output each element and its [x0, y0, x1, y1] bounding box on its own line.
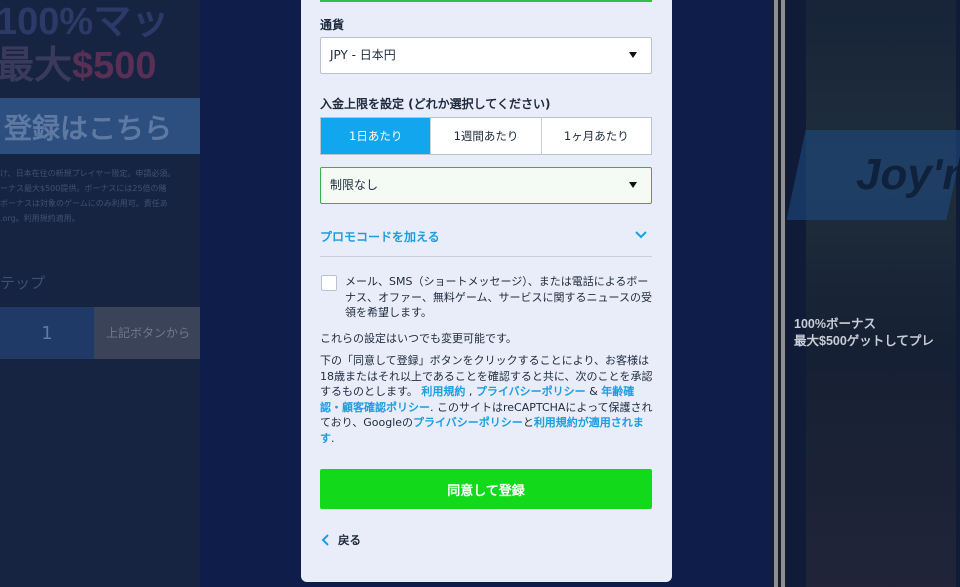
bg-character-art	[806, 0, 956, 587]
google-privacy-link[interactable]: プライバシーポリシー	[413, 416, 523, 429]
settings-note: これらの設定はいつでも変更可能です。	[320, 332, 517, 345]
bg-hero-line2-prefix: 最大	[0, 45, 73, 87]
bg-step-description: 上記ボタンから	[94, 307, 200, 359]
limit-period-tabs: 1日あたり 1週間あたり 1ヶ月あたり	[320, 117, 652, 155]
chevron-down-icon	[635, 231, 647, 239]
bg-hero-line2: 最大$500	[0, 34, 157, 89]
privacy-policy-link[interactable]: プライバシーポリシー	[476, 385, 586, 398]
scrollbar-divider	[772, 0, 786, 587]
tab-monthly[interactable]: 1ヶ月あたり	[540, 118, 651, 154]
back-link[interactable]: 戻る	[320, 531, 361, 549]
bg-promo-text: 100%ボーナス 最大$500ゲットしてプレ	[794, 316, 934, 350]
promo-code-toggle[interactable]: プロモコードを加える	[320, 222, 652, 257]
bg-terms-line: け、日本在住の新規プレイヤー限定。申請必須。	[0, 169, 176, 178]
bg-terms-line: ボーナスは対象のゲームにのみ利用可。責任あ	[0, 199, 168, 208]
registration-panel: 通貨 JPY - 日本円 入金上限を設定 (どれか選択してください) 1日あたり…	[301, 0, 672, 582]
tab-weekly[interactable]: 1週間あたり	[430, 118, 540, 154]
terms-link[interactable]: 利用規約	[421, 385, 465, 398]
bg-step-label: テップ	[0, 274, 46, 292]
back-label: 戻る	[338, 533, 361, 547]
triangle-down-icon	[629, 182, 637, 188]
marketing-consent-text: メール、SMS（ショートメッセージ）、または電話によるボーナス、オファー、無料ゲ…	[345, 275, 653, 319]
triangle-down-icon	[629, 52, 637, 58]
bg-logo: Joy'n	[856, 150, 960, 199]
legal-end: .	[331, 431, 335, 445]
currency-label: 通貨	[320, 18, 345, 32]
currency-select[interactable]: JPY - 日本円	[320, 37, 652, 74]
bg-terms-line: .org。利用規約適用。	[0, 214, 80, 223]
marketing-consent-checkbox[interactable]	[321, 275, 337, 291]
background-right-page: Joy'n 100%ボーナス 最大$500ゲットしてプレ	[786, 0, 960, 587]
promo-code-label: プロモコードを加える	[320, 230, 440, 244]
legal-sep-comma: ,	[468, 385, 473, 398]
bg-register-banner-text: 登録はこちら	[4, 113, 173, 144]
bg-promo-line1: 100%ボーナス	[794, 317, 876, 331]
bg-terms-text: け、日本在住の新規プレイヤー限定。申請必須。 ーナス最大$500提供。ボーナスに…	[0, 166, 200, 226]
background-left-page: 100%マッ 最大$500 登録はこちら け、日本在住の新規プレイヤー限定。申請…	[0, 0, 200, 587]
agree-and-register-button[interactable]: 同意して登録	[320, 469, 652, 509]
legal-sep-amp: &	[589, 385, 598, 398]
chevron-left-icon	[321, 534, 329, 546]
deposit-limit-label: 入金上限を設定 (どれか選択してください)	[320, 97, 551, 111]
legal-text-3: と	[522, 416, 534, 429]
bg-promo-line2: 最大$500ゲットしてプレ	[794, 334, 934, 348]
limit-select-value: 制限なし	[330, 178, 379, 192]
tab-daily[interactable]: 1日あたり	[321, 118, 431, 154]
bg-hero-line2-accent: $500	[72, 45, 157, 87]
bg-step-number: 1	[0, 307, 94, 359]
previous-field-border	[320, 0, 652, 2]
currency-select-value: JPY - 日本円	[330, 48, 396, 62]
legal-text: 下の「同意して登録」ボタンをクリックすることにより、お客様は18歳またはそれ以上…	[320, 353, 656, 446]
limit-select[interactable]: 制限なし	[320, 167, 652, 204]
bg-terms-line: ーナス最大$500提供。ボーナスには25倍の賭	[0, 184, 167, 193]
